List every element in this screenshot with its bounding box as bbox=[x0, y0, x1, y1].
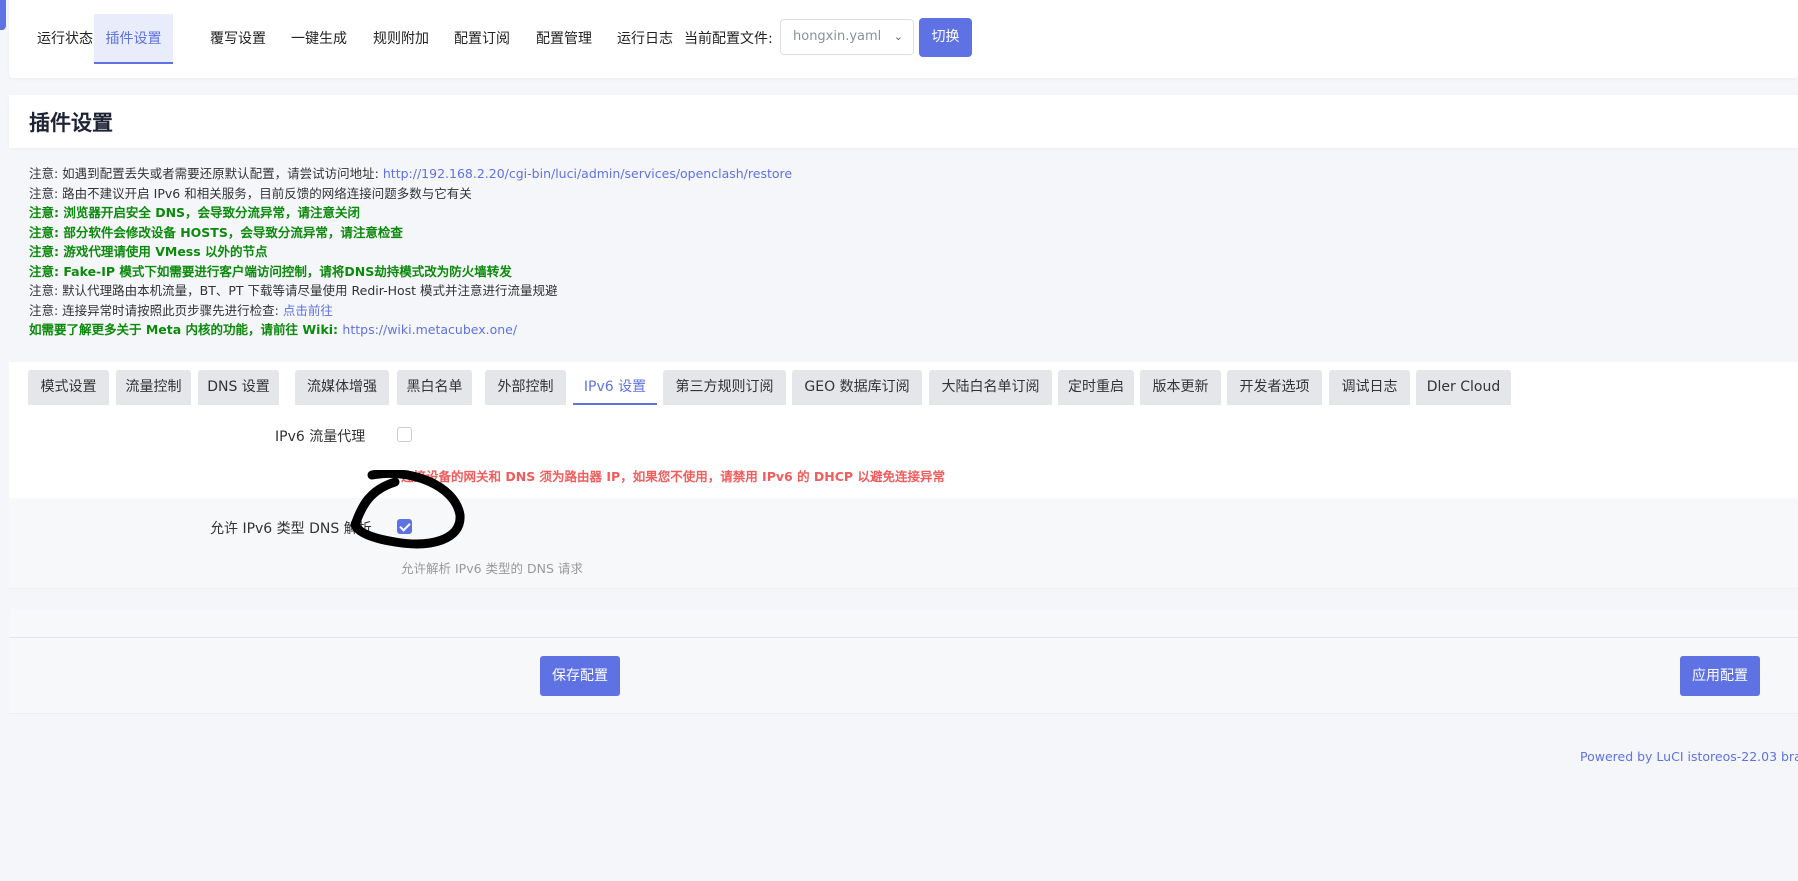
notice-text: 注意: 浏览器开启安全 DNS，会导致分流异常，请注意关闭 bbox=[29, 205, 361, 220]
switch-button[interactable]: 切换 bbox=[919, 18, 972, 57]
notice-text: 注意: 连接异常时请按照此页步骤先进行检查: bbox=[29, 302, 283, 318]
actions-bar bbox=[9, 609, 1798, 714]
subtab-geo-db[interactable]: GEO 数据库订阅 bbox=[792, 370, 922, 405]
subtab-black-white-list[interactable]: 黑白名单 bbox=[397, 370, 472, 405]
title-card: 插件设置 bbox=[9, 95, 1798, 148]
subtab-debug-log[interactable]: 调试日志 bbox=[1329, 370, 1410, 405]
notice-text: 注意: Fake-IP 模式下如需要进行客户端访问控制，请将DNS劫持模式改为防… bbox=[29, 263, 512, 279]
notice-text: 如需要了解更多关于 Meta 内核的功能，请前往 Wiki: bbox=[29, 322, 343, 337]
notice-item: 注意: 浏览器开启安全 DNS，会导致分流异常，请注意关闭 bbox=[29, 203, 1729, 223]
save-config-button[interactable]: 保存配置 bbox=[540, 656, 620, 696]
nav-tab-one-click[interactable]: 一键生成 bbox=[281, 14, 357, 64]
nav-tab-run-log[interactable]: 运行日志 bbox=[607, 14, 683, 64]
subtab-third-party-rules[interactable]: 第三方规则订阅 bbox=[663, 370, 786, 405]
subtab-dler-cloud[interactable]: Dler Cloud bbox=[1416, 370, 1511, 405]
subtab-dns[interactable]: DNS 设置 bbox=[198, 370, 279, 405]
notice-item: 注意: 默认代理路由本机流量，BT、PT 下载等请尽量使用 Redir-Host… bbox=[29, 281, 1729, 301]
subtab-external-control[interactable]: 外部控制 bbox=[485, 370, 566, 405]
notice-text: 注意: 路由不建议开启 IPv6 和相关服务，目前反馈的网络连接问题多数与它有关 bbox=[29, 185, 472, 201]
subtab-mainland-whitelist[interactable]: 大陆白名单订阅 bbox=[929, 370, 1052, 405]
wiki-link[interactable]: https://wiki.metacubex.one/ bbox=[342, 322, 517, 337]
ipv6-traffic-proxy-checkbox[interactable] bbox=[397, 427, 412, 442]
ipv6-dns-checkbox[interactable] bbox=[397, 519, 412, 534]
subtab-developer[interactable]: 开发者选项 bbox=[1227, 370, 1322, 405]
subtab-version-update[interactable]: 版本更新 bbox=[1140, 370, 1221, 405]
ipv6-dns-hint: 允许解析 IPv6 类型的 DNS 请求 bbox=[401, 561, 583, 576]
config-file-select[interactable]: hongxin.yaml ⌄ bbox=[780, 19, 914, 55]
top-nav: 运行状态 插件设置 覆写设置 一键生成 规则附加 配置订阅 配置管理 运行日志 … bbox=[9, 0, 1798, 78]
corner-accent bbox=[0, 0, 6, 30]
notice-list: 注意: 如遇到配置丢失或者需要还原默认配置，请尝试访问地址: http://19… bbox=[29, 164, 1729, 340]
actions-divider bbox=[9, 637, 1798, 638]
subtab-traffic-control[interactable]: 流量控制 bbox=[116, 370, 191, 405]
nav-tab-plugin-settings[interactable]: 插件设置 bbox=[94, 14, 173, 64]
nav-tab-status[interactable]: 运行状态 bbox=[27, 14, 103, 64]
notice-text: 注意: 默认代理路由本机流量，BT、PT 下载等请尽量使用 Redir-Host… bbox=[29, 283, 558, 298]
notice-item: 注意: 路由不建议开启 IPv6 和相关服务，目前反馈的网络连接问题多数与它有关 bbox=[29, 184, 1729, 204]
subtab-scheduled-restart[interactable]: 定时重启 bbox=[1058, 370, 1134, 405]
notice-text: 注意: 如遇到配置丢失或者需要还原默认配置，请尝试访问地址: bbox=[29, 166, 383, 181]
ipv6-traffic-proxy-label: IPv6 流量代理 bbox=[275, 429, 366, 445]
subtab-ipv6[interactable]: IPv6 设置 bbox=[573, 370, 657, 405]
notice-text: 注意: 游戏代理请使用 VMess 以外的节点 bbox=[29, 244, 268, 259]
subtab-mode[interactable]: 模式设置 bbox=[28, 370, 109, 405]
notice-item: 注意: 如遇到配置丢失或者需要还原默认配置，请尝试访问地址: http://19… bbox=[29, 164, 1729, 184]
restore-link[interactable]: http://192.168.2.20/cgi-bin/luci/admin/s… bbox=[383, 166, 792, 181]
nav-tab-rules-append[interactable]: 规则附加 bbox=[363, 14, 439, 64]
ipv6-dns-label: 允许 IPv6 类型 DNS 解析 bbox=[210, 521, 372, 537]
nav-tab-config-subscribe[interactable]: 配置订阅 bbox=[444, 14, 520, 64]
ipv6-dns-row bbox=[9, 498, 1798, 589]
notice-item: 注意: Fake-IP 模式下如需要进行客户端访问控制，请将DNS劫持模式改为防… bbox=[29, 262, 1729, 282]
chevron-down-icon: ⌄ bbox=[893, 30, 903, 43]
check-steps-link[interactable]: 点击前往 bbox=[283, 303, 333, 318]
config-file-value: hongxin.yaml bbox=[793, 29, 882, 44]
ipv6-traffic-proxy-warning: 连接设备的网关和 DNS 须为路由器 IP，如果您不使用，请禁用 IPv6 的 … bbox=[401, 469, 945, 484]
notice-text: 注意: 部分软件会修改设备 HOSTS，会导致分流异常，请注意检查 bbox=[29, 224, 403, 240]
notice-item: 如需要了解更多关于 Meta 内核的功能，请前往 Wiki: https://w… bbox=[29, 320, 1729, 340]
notice-item: 注意: 部分软件会修改设备 HOSTS，会导致分流异常，请注意检查 bbox=[29, 223, 1729, 243]
notice-item: 注意: 游戏代理请使用 VMess 以外的节点 bbox=[29, 242, 1729, 262]
notice-item: 注意: 连接异常时请按照此页步骤先进行检查: 点击前往 bbox=[29, 301, 1729, 321]
subtab-streaming[interactable]: 流媒体增强 bbox=[295, 370, 389, 405]
config-file-label: 当前配置文件: bbox=[684, 31, 773, 47]
nav-tab-override[interactable]: 覆写设置 bbox=[200, 14, 276, 64]
page-title: 插件设置 bbox=[29, 111, 113, 135]
powered-by-text: Powered by LuCI istoreos-22.03 branc bbox=[1580, 749, 1798, 764]
page: 运行状态 插件设置 覆写设置 一键生成 规则附加 配置订阅 配置管理 运行日志 … bbox=[0, 0, 1798, 881]
apply-config-button[interactable]: 应用配置 bbox=[1680, 656, 1760, 696]
nav-tab-config-manage[interactable]: 配置管理 bbox=[526, 14, 602, 64]
